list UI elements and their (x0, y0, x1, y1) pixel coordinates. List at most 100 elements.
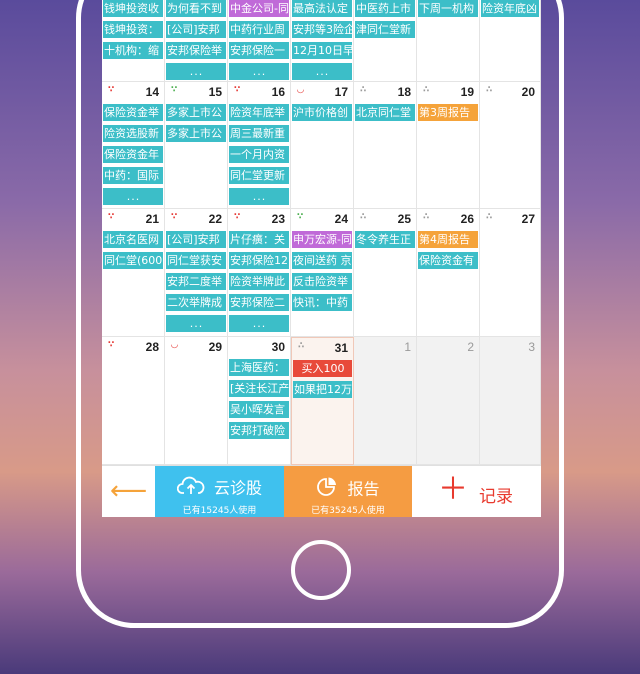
calendar-day-cell[interactable]: 24 ∵ 申万宏源-同 夜间送药 京反击险资举 快讯：中药 (291, 209, 354, 337)
calendar-event[interactable]: 中医药上市 (355, 0, 415, 17)
calendar-event[interactable]: 险资选股新 (103, 125, 163, 142)
calendar-event[interactable]: 片仔癀：关 (229, 231, 289, 248)
calendar-day-cell[interactable]: 15 ∵ 多家上市公 多家上市公 (165, 82, 228, 209)
calendar-event[interactable]: 周三最新重 (229, 125, 289, 142)
calendar-event[interactable]: 多家上市公 (166, 125, 226, 142)
calendar-day-cell[interactable]: 1 (354, 337, 417, 465)
calendar-event[interactable]: 安邦保险一 (229, 42, 289, 59)
calendar-day-cell[interactable]: 21 ∵ 北京名医网 同仁堂(600 (102, 209, 165, 337)
calendar-day-cell[interactable]: 钱坤投资收钱坤投资： 十机构：缩 (102, 0, 165, 82)
mood-face-icon: ∵ (108, 340, 115, 350)
calendar-event[interactable]: 安邦保险12 (229, 252, 289, 269)
calendar-event[interactable]: 同仁堂(600 (103, 252, 163, 269)
mood-face-icon: ◡ (297, 85, 304, 95)
mood-face-icon: ◡ (171, 340, 178, 350)
calendar-event[interactable]: 安邦等3险企 (292, 21, 352, 38)
calendar-event[interactable]: 险资举牌此 (229, 273, 289, 290)
calendar-day-cell[interactable]: 30 上海医药： [关注长江产 吴小晖发言 安邦打破险 (228, 337, 291, 465)
report-button[interactable]: 报告 已有35245人使用 (284, 466, 412, 517)
calendar-event[interactable]: [关注长江产 (229, 380, 289, 397)
mood-face-icon: ∵ (108, 85, 115, 95)
calendar-day-cell[interactable]: 19 ∴ 第3周报告 (417, 82, 480, 209)
calendar-day-cell[interactable]: 26 ∴ 第4周报告 保险资金有 (417, 209, 480, 337)
calendar-event[interactable]: 沪市价格创 (292, 104, 352, 121)
calendar-day-cell[interactable]: 27 ∴ (480, 209, 541, 337)
calendar-event[interactable]: [公司]安邦 (166, 231, 226, 248)
calendar-event[interactable]: 夜间送药 京 (292, 252, 352, 269)
calendar-day-cell[interactable]: 险资年底凶 (480, 0, 541, 82)
calendar-event[interactable]: 上海医药： (229, 359, 289, 376)
calendar-event[interactable]: 12月10日早 (292, 42, 352, 59)
calendar-event[interactable]: 险资年底举 (229, 104, 289, 121)
calendar-day-cell[interactable]: 最高法认定安邦等3险企 12月10日早... (291, 0, 354, 82)
more-events-button[interactable]: ... (103, 188, 163, 205)
calendar-event[interactable]: 一个月内资 (229, 146, 289, 163)
more-events-button[interactable]: ... (166, 63, 226, 80)
calendar-event[interactable]: 北京名医网 (103, 231, 163, 248)
more-events-button[interactable]: ... (229, 188, 289, 205)
calendar-event[interactable]: 安邦打破险 (229, 422, 289, 439)
calendar-day-cell[interactable]: 16 ∵ 险资年底举 周三最新重 一个月内资 同仁堂更新... (228, 82, 291, 209)
calendar-event[interactable]: 安邦二度举 (166, 273, 226, 290)
calendar-event[interactable]: 中药：国际 (103, 167, 163, 184)
calendar-event[interactable]: 买入100 (293, 360, 352, 377)
calendar-day-cell[interactable]: 29 ◡ (165, 337, 228, 465)
calendar-event[interactable]: 保险资金有 (418, 252, 478, 269)
calendar-day-cell[interactable]: 17 ◡ 沪市价格创 (291, 82, 354, 209)
calendar-event[interactable]: 冬令养生正 (355, 231, 415, 248)
calendar-event[interactable]: 十机构：缩 (103, 42, 163, 59)
calendar-event[interactable]: 保险资金举 (103, 104, 163, 121)
calendar-event[interactable]: 最高法认定 (292, 0, 352, 17)
cloud-diagnose-button[interactable]: 云诊股 已有15245人使用 (155, 466, 284, 517)
app-screen: 钱坤投资收 钱坤投资： 十机构：缩 为何看不到 [公司]安邦 安邦保险举... 中金公司-同… (102, 0, 541, 517)
calendar-day-cell[interactable]: 31 ∴ 买入100 如果把12万 (291, 337, 354, 465)
bottom-toolbar: ⟵ 云诊股 已有15245人使用 报告 已有35245人使用 ＋ 记录 (102, 465, 541, 517)
calendar-day-cell[interactable]: 14 ∵ 保险资金举险资选股新保险资金年中药：国际... (102, 82, 165, 209)
calendar-day-cell[interactable]: 中医药上市津同仁堂新 (354, 0, 417, 82)
more-events-button[interactable]: ... (229, 315, 289, 332)
calendar-day-cell[interactable]: 中金公司-同 中药行业周安邦保险一... (228, 0, 291, 82)
calendar-day-cell[interactable]: 3 (480, 337, 541, 465)
calendar-event[interactable]: 保险资金年 (103, 146, 163, 163)
calendar-event[interactable]: 第4周报告 (418, 231, 478, 248)
calendar-event[interactable]: 钱坤投资收 (103, 0, 163, 17)
calendar-event[interactable]: 中金公司-同 (229, 0, 289, 17)
calendar-event[interactable]: 险资年底凶 (481, 0, 539, 17)
calendar-event[interactable]: 下周一机构 (418, 0, 478, 17)
calendar-event[interactable]: 中药行业周 (229, 21, 289, 38)
calendar-event[interactable]: 快讯：中药 (292, 294, 352, 311)
calendar-event[interactable]: 同仁堂更新 (229, 167, 289, 184)
calendar-day-cell[interactable]: 下周一机构 (417, 0, 480, 82)
calendar-event[interactable]: 钱坤投资： (103, 21, 163, 38)
day-number: 14 (145, 85, 159, 99)
calendar-event[interactable]: 为何看不到 (166, 0, 226, 17)
home-button[interactable] (291, 540, 351, 600)
calendar-day-cell[interactable]: 25 ∴ 冬令养生正 (354, 209, 417, 337)
more-events-button[interactable]: ... (292, 63, 352, 80)
back-button[interactable]: ⟵ (102, 466, 155, 517)
calendar-event[interactable]: 申万宏源-同 (292, 231, 352, 248)
calendar-day-cell[interactable]: 20 ∴ (480, 82, 541, 209)
calendar-event[interactable]: 如果把12万 (293, 381, 352, 398)
calendar-event[interactable]: 多家上市公 (166, 104, 226, 121)
calendar-day-cell[interactable]: 2 (417, 337, 480, 465)
calendar-day-cell[interactable]: 为何看不到 [公司]安邦 安邦保险举... (165, 0, 228, 82)
calendar-event[interactable]: 津同仁堂新 (355, 21, 415, 38)
calendar-event[interactable]: 安邦保险举 (166, 42, 226, 59)
calendar-event[interactable]: 二次举牌成 (166, 294, 226, 311)
calendar-day-cell[interactable]: 23 ∵ 片仔癀：关 安邦保险12 险资举牌此 安邦保险二... (228, 209, 291, 337)
add-record-button[interactable]: ＋ 记录 (412, 466, 541, 517)
calendar-day-cell[interactable]: 28 ∵ (102, 337, 165, 465)
more-events-button[interactable]: ... (229, 63, 289, 80)
calendar-day-cell[interactable]: 18 ∴ 北京同仁堂 (354, 82, 417, 209)
calendar-event[interactable]: 反击险资举 (292, 273, 352, 290)
calendar-event[interactable]: 北京同仁堂 (355, 104, 415, 121)
calendar-event[interactable]: [公司]安邦 (166, 21, 226, 38)
diagnose-usage-count: 已有15245人使用 (182, 506, 257, 516)
more-events-button[interactable]: ... (166, 315, 226, 332)
calendar-event[interactable]: 吴小晖发言 (229, 401, 289, 418)
calendar-event[interactable]: 同仁堂获安 (166, 252, 226, 269)
calendar-event[interactable]: 安邦保险二 (229, 294, 289, 311)
calendar-day-cell[interactable]: 22 ∵ [公司]安邦 同仁堂获安 安邦二度举 二次举牌成... (165, 209, 228, 337)
calendar-event[interactable]: 第3周报告 (418, 104, 478, 121)
